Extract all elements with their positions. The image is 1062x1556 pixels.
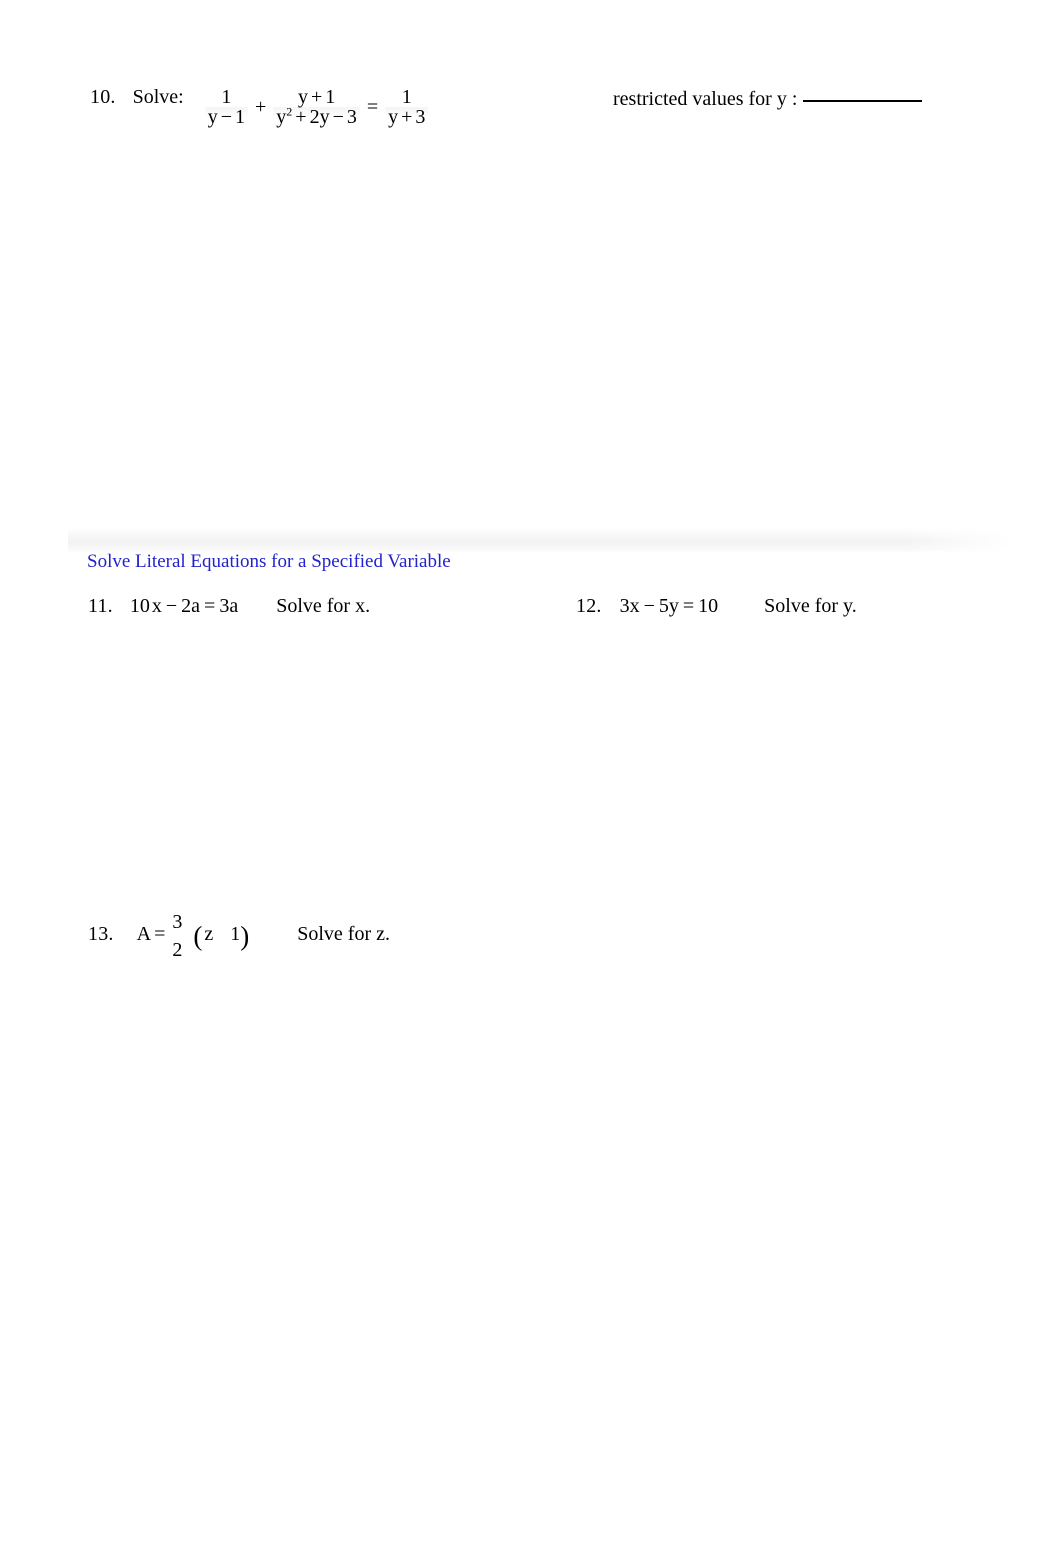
- denominator-operator-1: +: [295, 106, 307, 129]
- numerator-operator: +: [310, 86, 323, 108]
- denominator-number: 1: [235, 106, 246, 129]
- denominator-variable: y: [207, 106, 218, 129]
- denominator: 2: [172, 938, 183, 961]
- equals-operator: =: [204, 595, 216, 617]
- problem-11: 11. 10 x −2a = 3a Solve for x.: [88, 595, 370, 618]
- section-title: Solve Literal Equations for a Specified …: [87, 551, 451, 572]
- problem-13-number: 13.: [88, 923, 114, 945]
- inner-variable: z: [204, 923, 214, 945]
- denominator-operator: −: [220, 106, 233, 129]
- problem-10: 10. Solve: 1 y −1 + y +1 y2 +2y −3 = 1 y +3: [90, 86, 431, 128]
- denominator-number: 3: [415, 106, 426, 129]
- fraction-1-over-y-minus-1: 1 y −1: [204, 86, 249, 128]
- variable: x: [151, 595, 162, 617]
- restricted-values-label: restricted values for y :: [613, 88, 798, 110]
- denominator-operator-2: −: [332, 106, 344, 129]
- work-area-problem-12[interactable]: [576, 630, 1016, 900]
- denominator-variable: y: [388, 106, 399, 129]
- section-header-band: [68, 527, 1012, 553]
- numerator: 1: [401, 86, 412, 108]
- restricted-values-answer-blank[interactable]: [803, 100, 923, 102]
- problem-12: 12. 3 x −5y = 10 Solve for y.: [576, 595, 857, 618]
- work-area-problem-13[interactable]: [88, 975, 988, 1515]
- left-hand-side: A: [136, 923, 152, 945]
- problem-13-equation: A = 3 2(z 1): [136, 911, 250, 961]
- problem-10-equation: 1 y −1 + y +1 y2 +2y −3 = 1 y +3: [202, 87, 432, 128]
- close-paren: ): [240, 920, 250, 951]
- denominator: y +3: [385, 107, 428, 127]
- numerator-number: 1: [325, 86, 336, 108]
- numerator: y +1: [295, 87, 338, 107]
- problem-10-prompt: Solve:: [132, 86, 184, 108]
- second-term: 2a: [181, 595, 201, 617]
- work-area-problem-11[interactable]: [88, 630, 528, 900]
- plus-operator: +: [255, 95, 267, 118]
- denominator-variable: y: [276, 106, 287, 129]
- right-hand-side: 3a: [219, 595, 239, 617]
- equals-operator: =: [366, 95, 379, 118]
- variable: x: [629, 595, 640, 617]
- numerator: 1: [221, 86, 232, 108]
- denominator-operator: +: [401, 106, 413, 129]
- denominator: y2 +2y −3: [273, 106, 360, 129]
- minus-operator: −: [643, 595, 655, 617]
- fraction-3-over-2: 32: [172, 911, 192, 961]
- fraction-1-over-y-plus-3: 1 y +3: [385, 86, 429, 128]
- problem-10-number: 10.: [90, 86, 116, 108]
- fraction-y-plus-1-over-quadratic: y +1 y2 +2y −3: [273, 87, 360, 128]
- problem-13-instruction: Solve for z.: [297, 923, 390, 945]
- problem-12-number: 12.: [576, 595, 602, 617]
- worksheet-page: 10. Solve: 1 y −1 + y +1 y2 +2y −3 = 1 y +3 r…: [0, 0, 1062, 1556]
- denominator-variable-2: y: [319, 106, 330, 129]
- minus-operator: −: [165, 595, 178, 617]
- numerator-variable: y: [297, 86, 308, 108]
- denominator-coefficient: 2: [309, 106, 320, 129]
- right-hand-side: 10: [698, 595, 719, 617]
- work-area-problem-10[interactable]: [88, 130, 988, 510]
- problem-11-number: 11.: [88, 595, 113, 617]
- equals-operator: =: [154, 923, 166, 945]
- open-paren: (: [193, 920, 203, 951]
- problem-12-instruction: Solve for y.: [764, 595, 857, 617]
- coefficient: 3: [619, 595, 630, 617]
- denominator-constant: 3: [346, 106, 357, 129]
- problem-11-instruction: Solve for x.: [276, 595, 371, 617]
- restricted-values-field: restricted values for y :: [613, 88, 923, 111]
- problem-11-equation: 10 x −2a = 3a: [130, 595, 238, 618]
- denominator: y −1: [205, 107, 248, 127]
- coefficient: 10: [129, 595, 150, 617]
- second-term: 5y: [658, 595, 679, 617]
- problem-13: 13. A = 3 2(z 1) Solve for z.: [88, 911, 390, 961]
- numerator: 3: [172, 910, 183, 933]
- equals-operator: =: [682, 595, 695, 617]
- problem-12-equation: 3 x −5y = 10: [620, 595, 719, 618]
- inner-number: 1: [230, 923, 241, 945]
